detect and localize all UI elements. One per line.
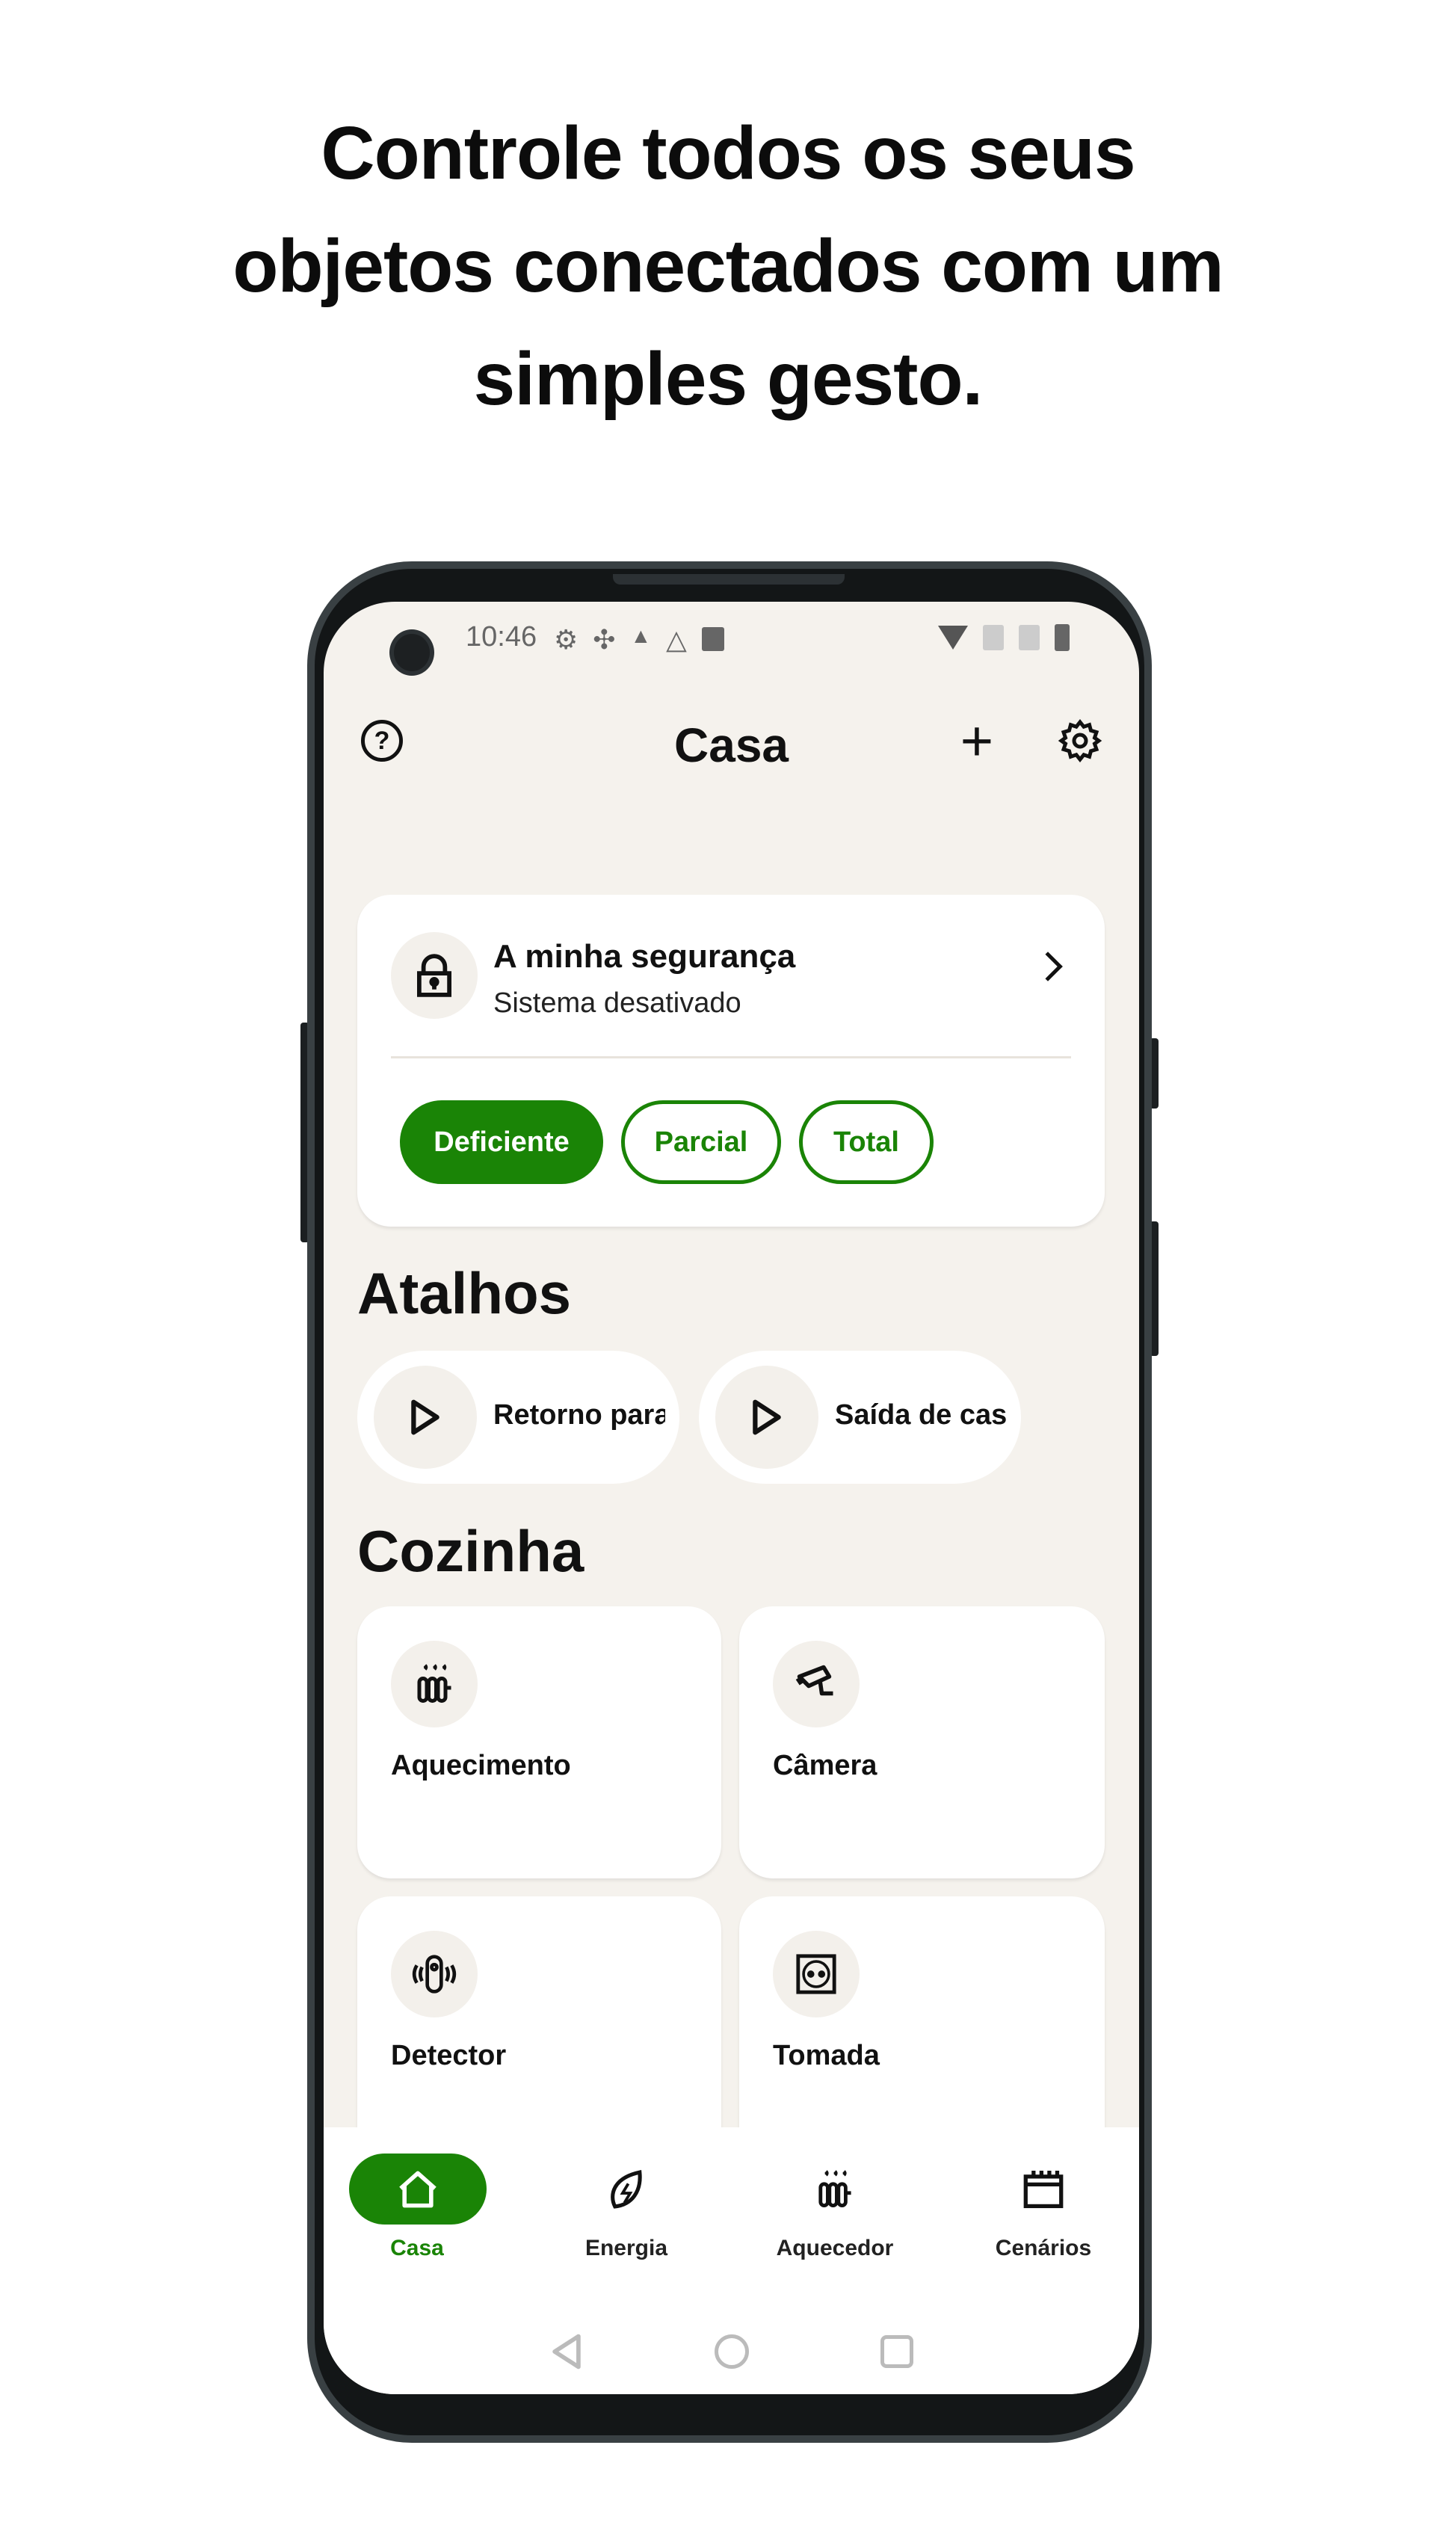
add-button[interactable]: + (956, 709, 998, 773)
radiator-icon-circle (391, 1641, 478, 1727)
page-title: Casa (674, 718, 789, 772)
nav-item-aquecedor[interactable]: Aquecedor (745, 2154, 925, 2266)
security-card[interactable]: A minha segurança Sistema desativado Def… (357, 895, 1105, 1227)
headline-line: Controle todos os seus (321, 111, 1135, 195)
lock-icon-circle (391, 932, 478, 1019)
divider (391, 1056, 1071, 1058)
detector-icon-circle (391, 1931, 478, 2017)
back-icon[interactable] (549, 2333, 584, 2370)
nav-icon-wrap (537, 2154, 716, 2225)
front-camera (389, 629, 434, 676)
nav-item-casa[interactable]: Casa (327, 2154, 507, 2266)
radiator-icon (818, 2169, 851, 2207)
headline-line: objetos conectados com um (232, 224, 1224, 308)
shortcut-label: Saída de casa (835, 1399, 1007, 1431)
device-label: Câmera (773, 1750, 877, 1781)
gear-icon (1058, 718, 1102, 763)
play-icon-circle (715, 1366, 818, 1469)
no-sim-icon (1019, 625, 1040, 650)
device-tile-camera[interactable]: Câmera (739, 1606, 1105, 1878)
image-icon (701, 627, 724, 651)
slack-icon: ✣ (593, 624, 616, 655)
no-sim-icon (983, 625, 1004, 650)
status-icons: ⚙ ✣ ▲ △ (554, 624, 724, 656)
home-nav-icon[interactable] (715, 2334, 749, 2369)
mode-total-button[interactable]: Total (799, 1100, 934, 1184)
play-icon (753, 1399, 781, 1435)
lock-icon (417, 954, 451, 997)
status-right-icons (938, 624, 1070, 651)
nav-item-energia[interactable]: Energia (537, 2154, 716, 2266)
drive-icon: ▲ (630, 624, 652, 647)
security-title: A minha segurança (493, 938, 796, 975)
chevron-right-icon[interactable] (1033, 952, 1063, 981)
phone-speaker (613, 574, 845, 585)
shortcut-item[interactable]: Saída de casa (699, 1351, 1021, 1484)
play-icon-circle (374, 1366, 477, 1469)
shortcut-label: Retorno para (493, 1399, 665, 1431)
calendar-icon (1023, 2170, 1064, 2208)
shortcut-item[interactable]: Retorno para (357, 1351, 679, 1484)
headline: Controle todos os seus objetos conectado… (0, 97, 1456, 436)
home-icon (399, 2171, 437, 2207)
play-icon (411, 1399, 439, 1435)
detector-icon (412, 1955, 457, 1994)
nav-icon-wrap (954, 2154, 1133, 2225)
socket-icon-circle (773, 1931, 860, 2017)
camera-icon (795, 1665, 833, 1696)
phone-screen: 10:46 ⚙ ✣ ▲ △ ? Casa + A minha segurança… (324, 602, 1139, 2394)
battery-icon (1055, 624, 1070, 651)
shortcuts-heading: Atalhos (357, 1260, 572, 1326)
drive-outline-icon: △ (666, 624, 687, 655)
wifi-icon (938, 626, 968, 650)
nav-label: Cenários (995, 2236, 1092, 2260)
radiator-icon (417, 1664, 451, 1703)
gear-icon: ⚙ (554, 624, 579, 655)
recents-icon[interactable] (880, 2335, 913, 2368)
device-label: Tomada (773, 2040, 880, 2071)
device-label: Aquecimento (391, 1750, 571, 1781)
leaf-icon (611, 2169, 642, 2209)
device-label: Detector (391, 2040, 507, 2071)
nav-label: Energia (584, 2236, 668, 2260)
socket-icon (796, 1954, 836, 1994)
nav-icon-wrap (745, 2154, 925, 2225)
headline-line: simples gesto. (473, 337, 984, 421)
camera-icon-circle (773, 1641, 860, 1727)
mode-deficiente-button[interactable]: Deficiente (400, 1100, 603, 1184)
mode-parcial-button[interactable]: Parcial (621, 1100, 781, 1184)
status-time: 10:46 (466, 621, 537, 653)
nav-active-pill (349, 2154, 487, 2225)
settings-button[interactable] (1056, 717, 1104, 765)
security-subtitle: Sistema desativado (493, 987, 741, 1019)
nav-label: Casa (390, 2236, 444, 2260)
nav-item-cenarios[interactable]: Cenários (954, 2154, 1133, 2266)
nav-label: Aquecedor (776, 2236, 894, 2260)
bottom-nav: Casa Energia Aquecedor Cenários (324, 2127, 1139, 2394)
room-heading: Cozinha (357, 1518, 584, 1584)
device-tile-aquecimento[interactable]: Aquecimento (357, 1606, 721, 1878)
